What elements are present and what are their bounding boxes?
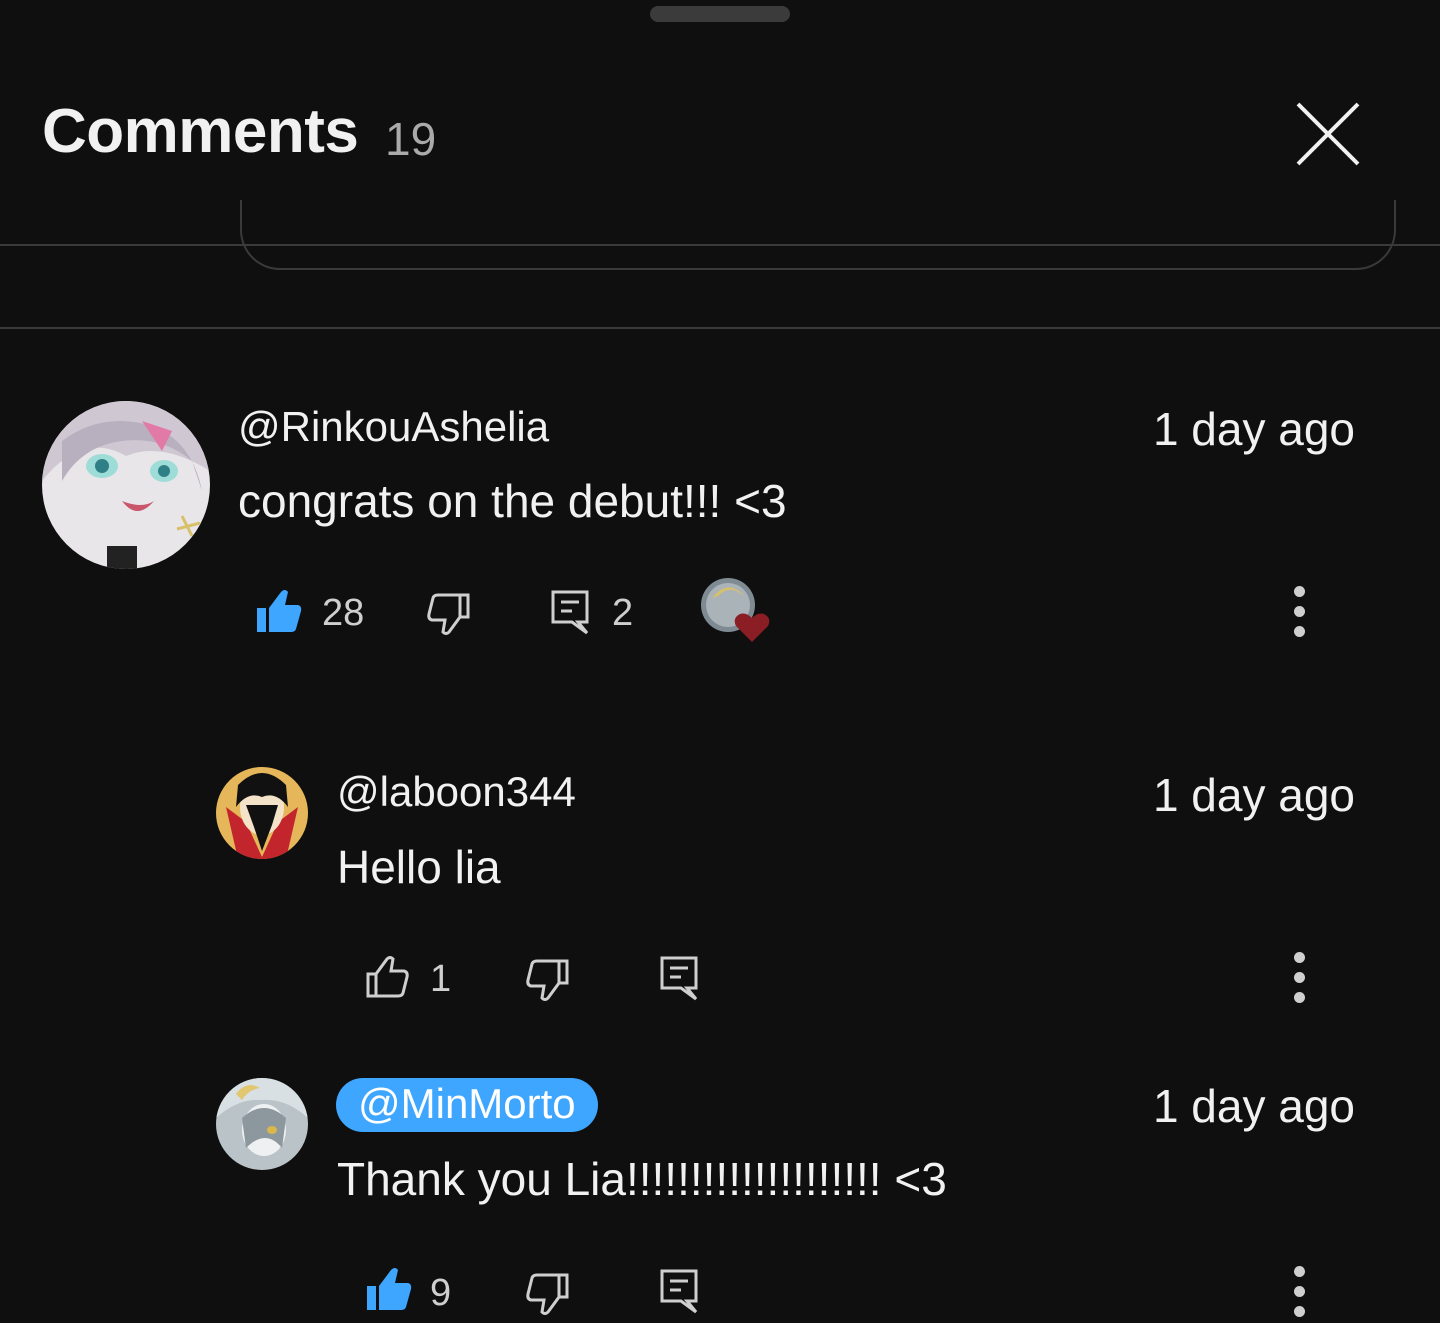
comment-text: Hello lia [337,841,501,893]
comment-author[interactable]: @laboon344 [337,768,576,816]
avatar[interactable] [216,767,308,859]
like-count: 1 [430,958,452,1000]
more-vert-icon[interactable] [1294,952,1306,1012]
drag-handle[interactable] [650,6,790,22]
like-count: 28 [322,592,365,634]
comment-time: 1 day ago [1152,769,1355,821]
comment-time: 1 day ago [1152,1080,1355,1132]
comments-panel: Comments 19 @RinkouAshelia 1 day ago con… [0,0,1440,1323]
thumbs-down-icon[interactable] [425,592,471,636]
thumbs-up-icon[interactable] [365,1266,413,1312]
avatar[interactable] [42,401,210,569]
comment-count: 19 [385,113,437,165]
thumbs-up-icon[interactable] [365,955,411,999]
thumbs-down-icon[interactable] [524,958,570,1002]
more-vert-icon[interactable] [1294,1266,1306,1323]
reply-icon[interactable] [659,1268,699,1314]
comment-text: congrats on the debut!!! <3 [238,475,787,527]
comment-input-box[interactable] [240,200,1396,270]
like-count: 9 [430,1272,452,1314]
close-icon[interactable] [1290,96,1366,172]
creator-heart-icon [700,578,772,646]
reply-icon[interactable] [659,955,699,1001]
more-vert-icon[interactable] [1294,586,1306,646]
avatar[interactable] [216,1078,308,1170]
comment-author[interactable]: @RinkouAshelia [238,403,549,451]
list-divider [0,327,1440,329]
comment-author-highlighted[interactable]: @MinMorto [336,1078,598,1132]
thumbs-down-icon[interactable] [524,1272,570,1316]
reply-count: 2 [612,592,634,634]
reply-icon[interactable] [550,589,590,635]
comment-text: Thank you Lia!!!!!!!!!!!!!!!!!!!! <3 [337,1153,947,1205]
thumbs-up-icon[interactable] [255,588,303,634]
comment-time: 1 day ago [1152,403,1355,455]
panel-title: Comments [42,97,359,166]
